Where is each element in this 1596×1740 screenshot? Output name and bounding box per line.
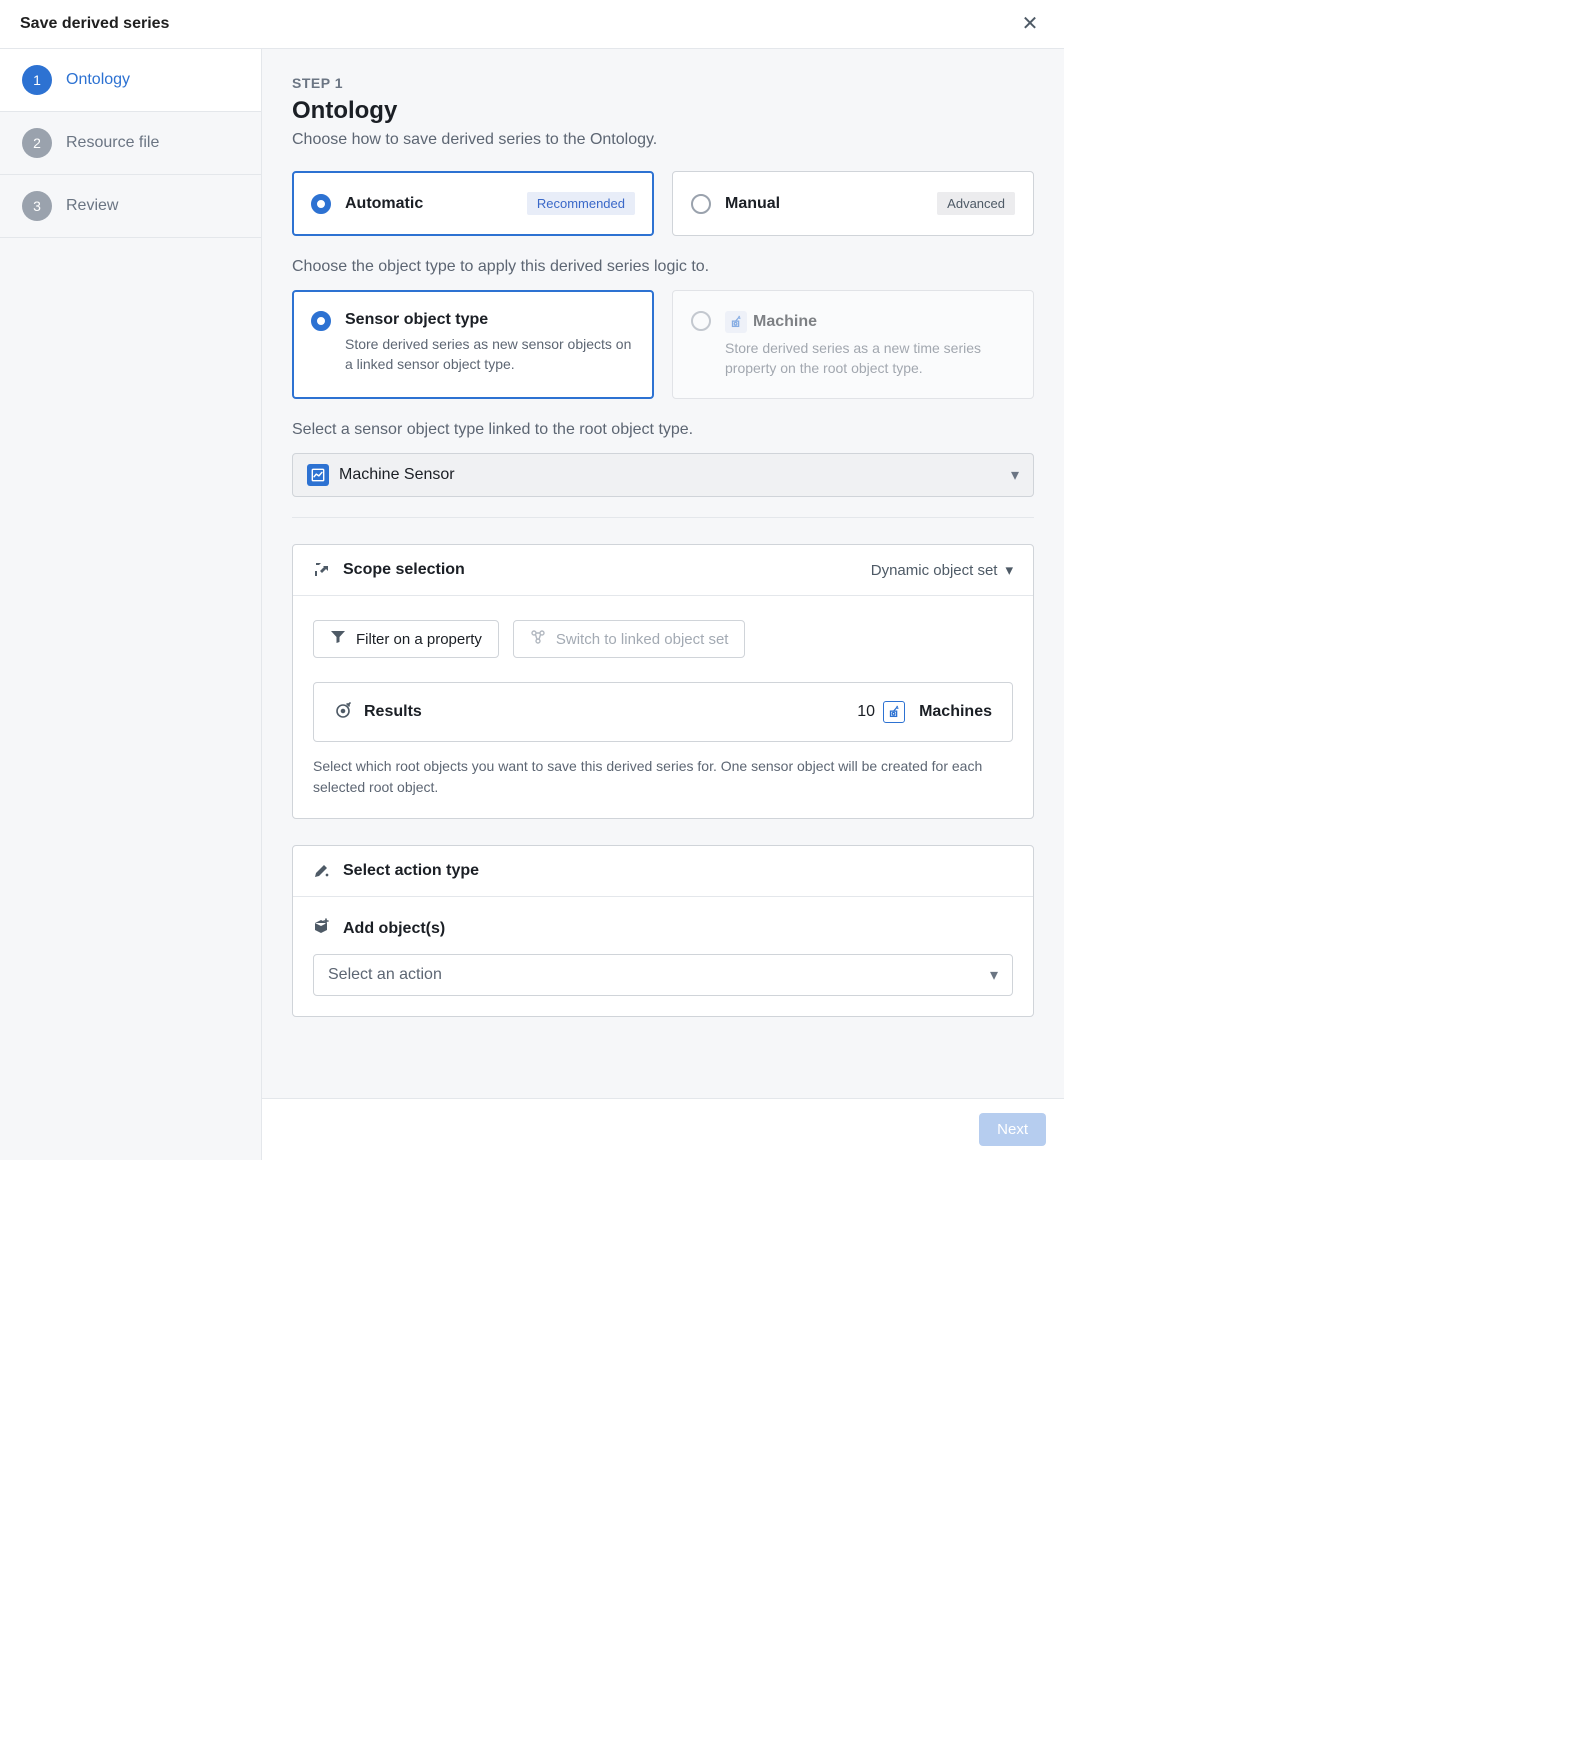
option-manual[interactable]: Manual Advanced: [672, 171, 1034, 236]
scope-mode-label: Dynamic object set: [871, 562, 998, 579]
wizard-sidebar: 1 Ontology 2 Resource file 3 Review: [0, 49, 262, 1160]
select-value: Machine Sensor: [339, 466, 455, 484]
action-icon: [313, 862, 331, 880]
machine-icon: [725, 311, 747, 333]
results-type: Machines: [919, 703, 992, 721]
object-type-prompt: Choose the object type to apply this der…: [292, 258, 1034, 276]
scope-selection-panel: Scope selection Dynamic object set ▾ Fil…: [292, 544, 1034, 819]
results-count: 10: [857, 703, 875, 721]
chevron-down-icon: ▾: [1011, 465, 1019, 485]
chevron-down-icon: ▾: [990, 965, 998, 985]
modal-header: Save derived series ✕: [0, 0, 1064, 49]
sensor-select-prompt: Select a sensor object type linked to th…: [292, 421, 1034, 439]
panel-title: Select action type: [343, 862, 479, 880]
save-derived-series-modal: Save derived series ✕ 1 Ontology 2 Resou…: [0, 0, 1064, 1160]
step-number: 1: [22, 65, 52, 95]
button-label: Switch to linked object set: [556, 631, 729, 648]
option-description: Store derived series as a new time serie…: [725, 339, 1015, 378]
step-resource-file[interactable]: 2 Resource file: [0, 112, 261, 175]
button-label: Filter on a property: [356, 631, 482, 648]
radio-icon: [691, 194, 711, 214]
advanced-badge: Advanced: [937, 192, 1015, 215]
step-number: 3: [22, 191, 52, 221]
scope-icon: [313, 561, 331, 579]
next-button[interactable]: Next: [979, 1113, 1046, 1146]
results-box: Results 10 Machines: [313, 682, 1013, 742]
panel-body: Filter on a property Switch to linked ob…: [293, 596, 1033, 818]
save-mode-options: Automatic Recommended Manual Advanced: [292, 171, 1034, 236]
filter-icon: [330, 629, 346, 649]
option-machine: Machine Store derived series as a new ti…: [672, 290, 1034, 399]
panel-header: Select action type: [293, 846, 1033, 897]
panel-title: Scope selection: [343, 561, 465, 579]
select-placeholder: Select an action: [328, 966, 442, 984]
modal-footer: Next: [262, 1098, 1064, 1160]
chevron-down-icon: ▾: [1005, 561, 1013, 579]
option-label: Manual: [725, 195, 780, 213]
radio-icon: [691, 311, 711, 331]
wizard-main[interactable]: STEP 1 Ontology Choose how to save deriv…: [262, 49, 1064, 1160]
panel-body: Add object(s) Select an action ▾: [293, 897, 1033, 1016]
step-label: Resource file: [66, 134, 159, 152]
step-ontology[interactable]: 1 Ontology: [0, 49, 261, 112]
results-label: Results: [364, 703, 422, 721]
select-action-dropdown[interactable]: Select an action ▾: [313, 954, 1013, 996]
scope-mode-select[interactable]: Dynamic object set ▾: [871, 561, 1013, 579]
cube-plus-icon: [313, 917, 331, 940]
step-label: Ontology: [66, 71, 130, 89]
select-action-type-panel: Select action type Add object(s) Select …: [292, 845, 1034, 1017]
page-title: Ontology: [292, 97, 1034, 125]
filter-on-property-button[interactable]: Filter on a property: [313, 620, 499, 658]
radio-icon: [311, 194, 331, 214]
sensor-object-type-select[interactable]: Machine Sensor ▾: [292, 453, 1034, 497]
panel-header: Scope selection Dynamic object set ▾: [293, 545, 1033, 596]
radio-icon: [311, 311, 331, 331]
machine-icon: [883, 701, 905, 723]
page-subtitle: Choose how to save derived series to the…: [292, 131, 1034, 149]
step-review[interactable]: 3 Review: [0, 175, 261, 238]
close-icon: ✕: [1022, 13, 1039, 35]
step-eyebrow: STEP 1: [292, 75, 1034, 91]
step-label: Review: [66, 197, 118, 215]
chart-icon: [307, 464, 329, 486]
modal-body: 1 Ontology 2 Resource file 3 Review STEP…: [0, 49, 1064, 1160]
option-label: Sensor object type: [345, 311, 635, 329]
step-number: 2: [22, 128, 52, 158]
option-label: Machine: [753, 313, 817, 331]
option-sensor-object-type[interactable]: Sensor object type Store derived series …: [292, 290, 654, 399]
scope-hint: Select which root objects you want to sa…: [313, 756, 1013, 798]
divider: [292, 517, 1034, 518]
add-objects-label: Add object(s): [343, 920, 445, 938]
recommended-badge: Recommended: [527, 192, 635, 215]
target-icon: [334, 702, 352, 723]
option-automatic[interactable]: Automatic Recommended: [292, 171, 654, 236]
option-description: Store derived series as new sensor objec…: [345, 335, 635, 374]
add-objects-header: Add object(s): [313, 917, 1013, 940]
close-button[interactable]: ✕: [1016, 10, 1044, 38]
link-icon: [530, 629, 546, 649]
option-label: Automatic: [345, 195, 423, 213]
switch-linked-object-set-button[interactable]: Switch to linked object set: [513, 620, 746, 658]
object-type-options: Sensor object type Store derived series …: [292, 290, 1034, 399]
modal-title: Save derived series: [20, 15, 169, 33]
